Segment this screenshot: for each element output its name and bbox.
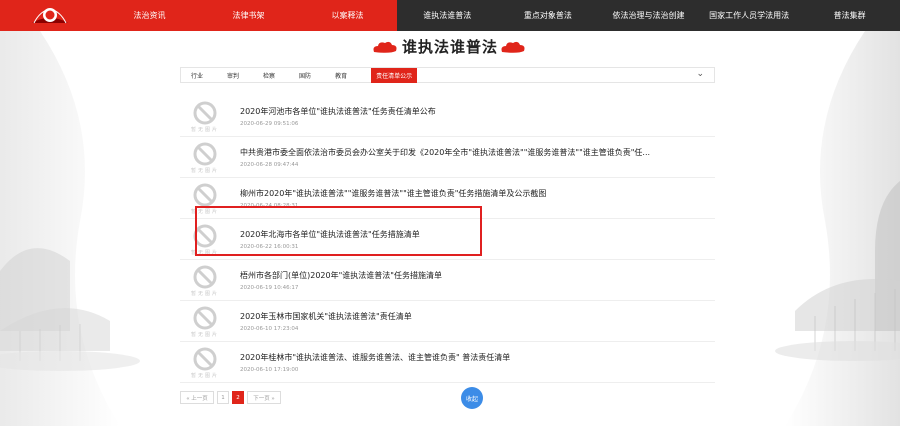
article-title-link[interactable]: 中共贵港市委全面依法治市委员会办公室关于印发《2020年全市"谁执法谁普法""谁… [240,147,710,158]
right-decoration [725,31,900,426]
category-tabs: 行业 审判 检察 国防 教育 责任清单公示 ⌄ [180,67,715,83]
tab-responsibility-list[interactable]: 责任清单公示 [371,67,418,83]
thumbnail-placeholder: 暂无图片 [186,305,224,338]
collapse-button[interactable]: 收起 [461,387,483,409]
thumbnail-placeholder: 暂无图片 [186,346,224,379]
nav-item-staff-study[interactable]: 国家工作人员学法用法 [699,0,800,31]
article-date: 2020-06-28 09:47:44 [240,162,299,168]
article-title-link[interactable]: 柳州市2020年"谁执法谁普法""谁服务谁普法""谁主管谁负责"任务措施清单及公… [240,188,710,199]
nav-item-governance[interactable]: 依法治理与法治创建 [598,0,699,31]
nav-item-key-targets[interactable]: 重点对象普法 [498,0,599,31]
prev-page-button[interactable]: « 上一页 [180,391,214,404]
no-image-icon [193,265,217,289]
article-title-link[interactable]: 2020年桂林市"谁执法谁普法、谁服务谁普法、谁主管谁负责" 普法责任清单 [240,352,710,363]
no-image-icon [193,142,217,166]
tab-industry[interactable]: 行业 [191,71,203,80]
thumbnail-caption: 暂无图片 [190,332,219,338]
page-2-button[interactable]: 2 [232,391,244,404]
right-cloud-ornament-icon [501,41,525,53]
article-title-link[interactable]: 2020年玉林市国家机关"谁执法谁普法"责任清单 [240,311,710,322]
list-item[interactable]: 暂无图片 2020年河池市各单位"谁执法谁普法"任务责任清单公布 2020-06-2… [180,96,715,137]
article-title-link[interactable]: 梧州市各部门(单位)2020年"谁执法谁普法"任务措施清单 [240,270,710,281]
nav-primary: 法治资讯 法律书架 以案释法 [0,0,397,31]
pagination: « 上一页 1 2 下一页 » [180,391,284,404]
article-date: 2020-06-29 09:51:06 [240,121,299,127]
tab-trial[interactable]: 审判 [227,71,239,80]
article-title-link[interactable]: 2020年河池市各单位"谁执法谁普法"任务责任清单公布 [240,106,710,117]
page-1-button[interactable]: 1 [217,391,229,404]
list-item[interactable]: 暂无图片 2020年玉林市国家机关"谁执法谁普法"责任清单 2020-06-10 1… [180,301,715,342]
list-item[interactable]: 暂无图片 2020年桂林市"谁执法谁普法、谁服务谁普法、谁主管谁负责" 普法责任清… [180,342,715,383]
no-image-icon [193,101,217,125]
thumbnail-caption: 暂无图片 [190,168,219,174]
next-page-button[interactable]: 下一页 » [247,391,281,404]
tab-education[interactable]: 教育 [335,71,347,80]
logo-emblem-icon [32,7,68,23]
highlight-box [195,206,482,256]
section-title-text: 谁执法谁普法 [401,38,498,56]
nav-item-law-bookshelf[interactable]: 法律书架 [199,0,298,31]
chevron-down-icon[interactable]: ⌄ [696,69,704,79]
thumbnail-caption: 暂无图片 [190,373,219,379]
nav-secondary: 谁执法谁普法 重点对象普法 依法治理与法治创建 国家工作人员学法用法 普法集群 [397,0,900,31]
left-decoration [0,31,175,426]
nav-item-case-interpretation[interactable]: 以案释法 [298,0,397,31]
no-image-icon [193,183,217,207]
thumbnail-placeholder: 暂无图片 [186,141,224,174]
thumbnail-caption: 暂无图片 [190,291,219,297]
site-logo[interactable] [0,0,100,31]
no-image-icon [193,347,217,371]
tab-procuratorate[interactable]: 检察 [263,71,275,80]
list-item[interactable]: 暂无图片 中共贵港市委全面依法治市委员会办公室关于印发《2020年全市"谁执法谁普… [180,137,715,178]
article-date: 2020-06-10 17:23:04 [240,326,299,332]
nav-item-legal-news[interactable]: 法治资讯 [100,0,199,31]
thumbnail-placeholder: 暂无图片 [186,100,224,133]
thumbnail-caption: 暂无图片 [190,127,219,133]
no-image-icon [193,306,217,330]
article-date: 2020-06-19 10:46:17 [240,285,299,291]
tab-defense[interactable]: 国防 [299,71,311,80]
nav-item-law-cluster[interactable]: 普法集群 [799,0,900,31]
nav-item-enforcement-education[interactable]: 谁执法谁普法 [397,0,498,31]
article-date: 2020-06-10 17:19:00 [240,367,299,373]
list-item[interactable]: 暂无图片 梧州市各部门(单位)2020年"谁执法谁普法"任务措施清单 2020-06… [180,260,715,301]
top-navigation: 法治资讯 法律书架 以案释法 谁执法谁普法 重点对象普法 依法治理与法治创建 国… [0,0,900,31]
thumbnail-placeholder: 暂无图片 [186,264,224,297]
